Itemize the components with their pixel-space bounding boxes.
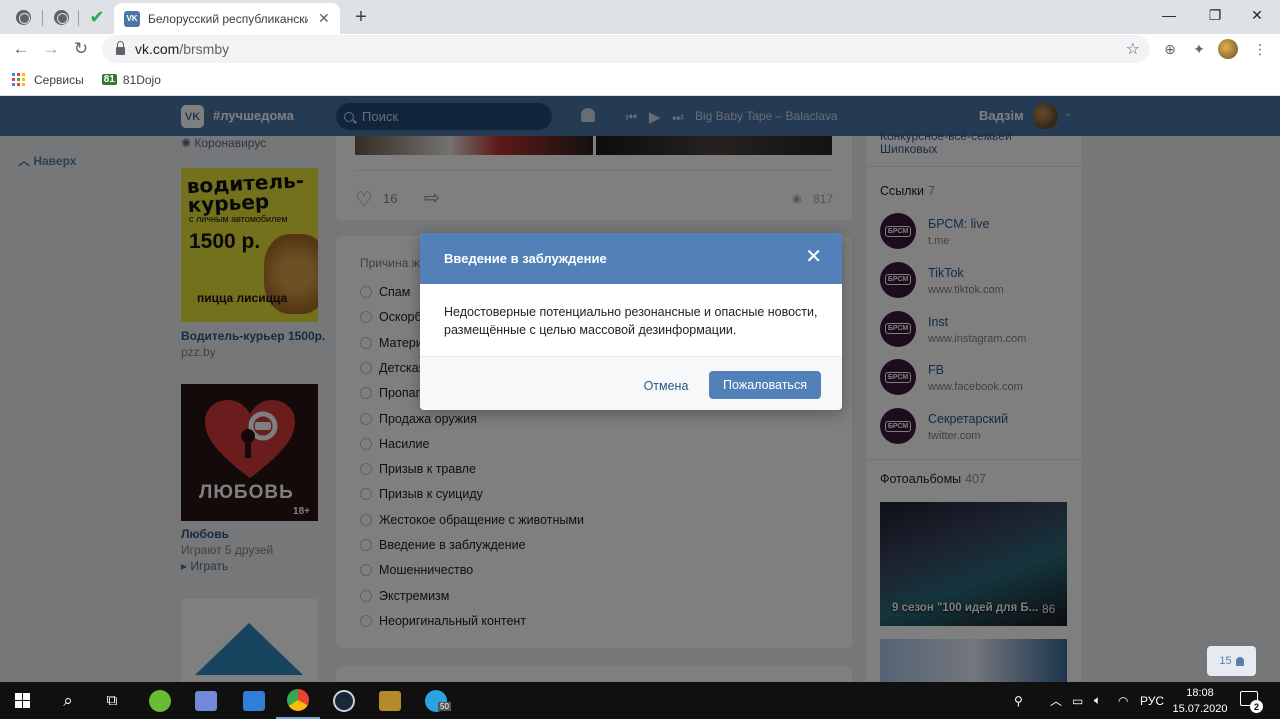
telegram-badge: 50 [438, 702, 451, 711]
globe-extension-icon[interactable]: ⊕ [1160, 39, 1180, 59]
bookmark-81dojo[interactable]: 81 81Dojo [101, 72, 161, 87]
clock[interactable]: 18:08 15.07.2020 [1172, 685, 1228, 717]
checkmark-icon: ✔ [89, 6, 105, 27]
address-bar[interactable]: vk.com/brsmby ☆ [102, 35, 1150, 63]
bookmarks-bar: Сервисы 81 81Dojo [0, 64, 1280, 96]
online-friends-button[interactable]: 15 [1207, 646, 1256, 676]
menu-kebab-icon[interactable]: ⋮ [1250, 39, 1270, 59]
tab-title: Белорусский республиканский [148, 11, 308, 26]
extensions-puzzle-icon[interactable]: ✦ [1189, 39, 1209, 59]
close-icon[interactable]: ✕ [805, 247, 822, 267]
globe-icon [15, 9, 31, 25]
globe-icon [53, 9, 69, 25]
forward-button[interactable]: → [38, 36, 64, 62]
bookmark-label: 81Dojo [122, 72, 161, 87]
cancel-button[interactable]: Отмена [636, 372, 696, 400]
language-indicator[interactable]: РУС [1140, 682, 1164, 719]
profile-avatar[interactable] [1218, 39, 1238, 59]
windows-taskbar: ⌕ ⧉ 50 ⚲ ︿ ▭ 🔈︎ ◠ РУС 18:08 15.07.2020 2 [0, 682, 1280, 719]
reload-button[interactable]: ↻ [68, 36, 94, 62]
tab-separator [78, 10, 79, 26]
report-confirm-dialog: Введение в заблуждение ✕ Недостоверные п… [420, 233, 842, 410]
pinned-tab-1[interactable] [6, 4, 40, 30]
vk-favicon-icon: VK [124, 10, 140, 27]
apps-grid-icon [12, 73, 25, 86]
online-count: 15 [1219, 655, 1232, 667]
app-window-icon[interactable] [232, 682, 276, 719]
start-button[interactable] [0, 682, 44, 719]
bookmark-label: Сервисы [34, 72, 84, 87]
utorrent-icon[interactable] [138, 682, 182, 719]
pinned-tab-2[interactable] [44, 4, 78, 30]
dialog-header: Введение в заблуждение ✕ [420, 233, 842, 284]
bookmark-services[interactable]: Сервисы [12, 73, 84, 87]
dojo-icon: 81 [101, 74, 117, 85]
minimize-button[interactable]: — [1146, 0, 1192, 30]
back-button[interactable]: ← [8, 36, 34, 62]
pinned-tab-3[interactable]: ✔ [80, 4, 114, 30]
steam-icon[interactable] [322, 682, 366, 719]
windows-logo-icon [14, 693, 30, 708]
person-icon [1235, 656, 1244, 666]
task-view-icon[interactable]: ⧉ [90, 682, 134, 719]
url-text: vk.com/brsmby [135, 41, 230, 57]
dialog-body: Недостоверные потенциально резонансные и… [444, 305, 818, 337]
game-app-icon[interactable] [368, 682, 412, 719]
bookmark-star-icon[interactable]: ☆ [1126, 39, 1140, 59]
tab-close-icon[interactable]: ✕ [318, 10, 330, 27]
report-submit-button[interactable]: Пожаловаться [709, 371, 821, 399]
close-window-button[interactable]: ✕ [1234, 0, 1280, 30]
new-tab-button[interactable]: + [348, 4, 374, 30]
search-taskbar-icon[interactable]: ⌕ [46, 682, 90, 719]
chrome-icon[interactable] [276, 682, 320, 719]
wifi-icon[interactable]: ◠ [1118, 682, 1128, 719]
tray-person-icon[interactable]: ⚲ [1014, 682, 1023, 719]
tab-separator [42, 10, 43, 26]
discord-icon[interactable] [184, 682, 228, 719]
lock-icon [116, 41, 125, 55]
active-tab[interactable]: VK Белорусский республиканский ✕ [114, 3, 340, 34]
tray-chevron-up-icon[interactable]: ︿ [1050, 682, 1062, 719]
notification-count: 2 [1250, 700, 1263, 713]
maximize-button[interactable]: ❐ [1192, 0, 1238, 30]
battery-icon[interactable]: ▭ [1072, 682, 1083, 719]
telegram-icon[interactable]: 50 [414, 682, 458, 719]
volume-icon[interactable]: 🔈︎ [1094, 682, 1101, 719]
dialog-footer: Отмена Пожаловаться [420, 356, 842, 410]
dialog-title: Введение в заблуждение [444, 251, 607, 266]
browser-tabstrip: ✔ VK Белорусский республиканский ✕ + — ❐… [0, 0, 1280, 34]
browser-toolbar: ← → ↻ vk.com/brsmby ☆ ⊕ ✦ ⋮ [0, 34, 1280, 64]
